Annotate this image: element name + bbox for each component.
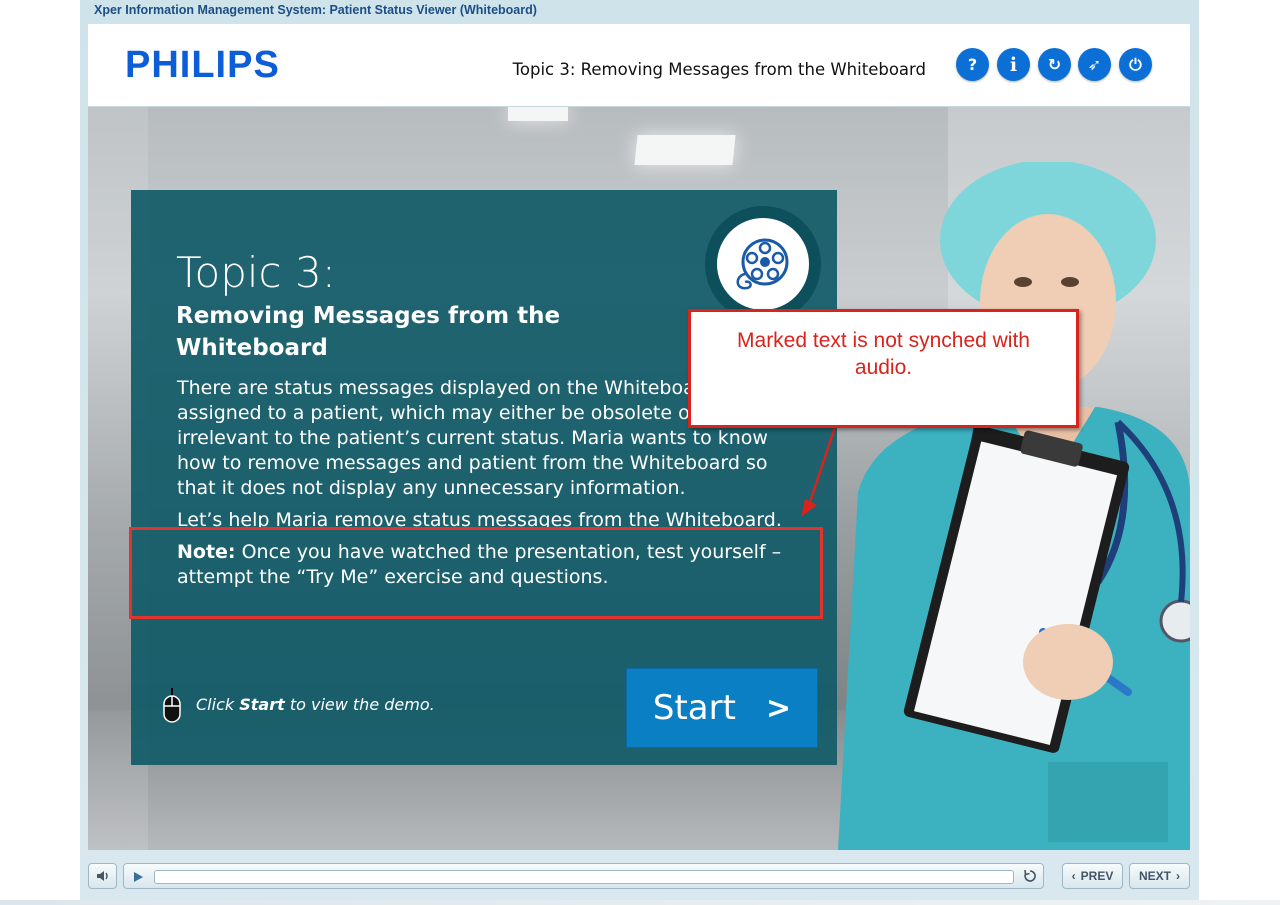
slide-stage: Topic 3: Removing Messages from the Whit… xyxy=(88,107,1190,850)
info-button[interactable]: i xyxy=(997,48,1030,81)
rewind-button[interactable] xyxy=(1023,869,1037,888)
ceiling-light xyxy=(634,135,736,165)
start-button-label: Start xyxy=(652,688,736,728)
help-maria-line: Let’s help Maria remove status messages … xyxy=(177,509,782,528)
prev-label: PREV xyxy=(1080,869,1114,883)
header: PHILIPS Topic 3: Removing Messages from … xyxy=(88,24,1190,107)
power-icon: ⏻ xyxy=(1129,54,1142,74)
help-button[interactable]: ? xyxy=(956,48,989,81)
instruction-start-word: Start xyxy=(239,695,285,714)
help-icon: ? xyxy=(967,55,978,74)
annotation-callout: Marked text is not synched with audio. xyxy=(688,309,1079,428)
philips-logo: PHILIPS xyxy=(125,44,280,86)
navigation-button[interactable]: ➶ xyxy=(1078,48,1111,81)
chevron-left-icon: ‹ xyxy=(1071,869,1076,883)
compass-icon: ➶ xyxy=(1087,55,1102,74)
player-frame: Xper Information Management System: Pati… xyxy=(80,0,1199,905)
playback-controls: ‹ PREV NEXT › xyxy=(88,860,1190,894)
exit-button[interactable]: ⏻ xyxy=(1119,48,1152,81)
play-icon xyxy=(134,872,143,882)
next-label: NEXT xyxy=(1138,869,1171,883)
replay-button[interactable]: ↻ xyxy=(1038,48,1071,81)
mute-button[interactable] xyxy=(88,863,117,889)
instruction-suffix: to view the demo. xyxy=(284,695,435,714)
speaker-icon xyxy=(96,871,108,881)
progress-track[interactable] xyxy=(154,870,1014,884)
instruction-prefix: Click xyxy=(196,695,240,714)
info-icon: i xyxy=(1009,53,1018,76)
rewind-icon xyxy=(1024,869,1036,882)
play-button[interactable] xyxy=(132,870,144,888)
start-button[interactable]: Start > xyxy=(626,668,818,748)
window-title: Xper Information Management System: Pati… xyxy=(94,3,537,17)
progress-bar-container xyxy=(123,863,1044,889)
intro-panel: Topic 3: Removing Messages from the Whit… xyxy=(131,190,837,765)
nurse-illustration xyxy=(838,162,1190,850)
topic-subtitle: Removing Messages from the Whiteboard xyxy=(176,303,561,361)
marked-text-highlight xyxy=(129,527,823,619)
bottom-edge xyxy=(0,900,1280,905)
mouse-icon xyxy=(163,688,181,723)
ceiling-light xyxy=(508,107,568,121)
topic-header-title: Topic 3: Removing Messages from the Whit… xyxy=(512,60,926,79)
film-reel-icon xyxy=(736,238,789,290)
next-button[interactable]: NEXT › xyxy=(1129,863,1190,889)
topic-number: Topic 3: xyxy=(176,248,336,297)
callout-arrow xyxy=(801,426,837,517)
chevron-right-icon: > xyxy=(765,690,792,726)
prev-button[interactable]: ‹ PREV xyxy=(1062,863,1123,889)
start-instruction: Click Start to view the demo. xyxy=(196,695,435,714)
chevron-right-icon: › xyxy=(1176,869,1180,883)
replay-icon: ↻ xyxy=(1047,55,1062,74)
